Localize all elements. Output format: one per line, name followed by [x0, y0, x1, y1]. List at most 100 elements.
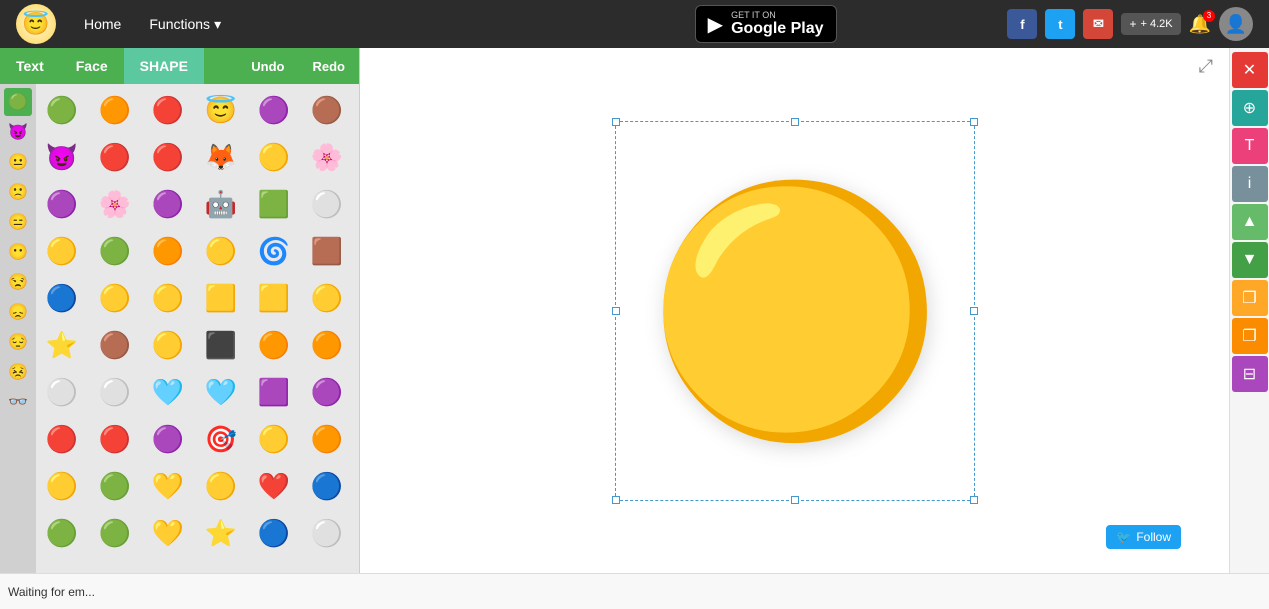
- redo-button[interactable]: Redo: [299, 49, 360, 84]
- emoji-grid-item[interactable]: 🟪: [252, 370, 296, 414]
- emoji-grid-item[interactable]: 🟠: [146, 229, 190, 273]
- functions-dropdown[interactable]: Functions ▾: [137, 10, 233, 39]
- follow-widget-button[interactable]: 🐦 Follow: [1106, 525, 1181, 549]
- emoji-grid-item[interactable]: 🔴: [93, 417, 137, 461]
- emoji-grid-item[interactable]: ⭐: [40, 323, 84, 367]
- emoji-grid-item[interactable]: 🟫: [305, 229, 349, 273]
- emoji-grid-item[interactable]: 🟣: [305, 370, 349, 414]
- emoji-grid-item[interactable]: 🌸: [305, 135, 349, 179]
- handle-bottom-left[interactable]: [612, 496, 620, 504]
- emoji-grid-item[interactable]: 🟣: [252, 88, 296, 132]
- emoji-sidebar-item[interactable]: 👓: [4, 388, 32, 416]
- emoji-grid-item[interactable]: 🟢: [93, 511, 137, 555]
- emoji-grid-item[interactable]: 🟩: [252, 182, 296, 226]
- emoji-grid-item[interactable]: 🟡: [93, 276, 137, 320]
- emoji-grid-item[interactable]: 🔵: [252, 511, 296, 555]
- emoji-grid-item[interactable]: 🤖: [199, 182, 243, 226]
- emoji-grid-item[interactable]: 🟠: [93, 88, 137, 132]
- emoji-grid-item[interactable]: 🟨: [199, 276, 243, 320]
- handle-mid-right[interactable]: [970, 307, 978, 315]
- emoji-grid-item[interactable]: 🔵: [305, 464, 349, 508]
- emoji-grid-item[interactable]: 🟠: [305, 323, 349, 367]
- copy-tool-1[interactable]: ❐: [1232, 280, 1268, 316]
- emoji-grid-item[interactable]: 🩵: [199, 370, 243, 414]
- emoji-grid-item[interactable]: 🟢: [40, 88, 84, 132]
- emoji-sidebar-item[interactable]: 🟢: [4, 88, 32, 116]
- canvas-area[interactable]: ⤢ 🟡 🐦 Follow: [360, 48, 1229, 573]
- handle-top-left[interactable]: [612, 118, 620, 126]
- emoji-grid-item[interactable]: 🌀: [252, 229, 296, 273]
- emoji-grid-item[interactable]: 🌸: [93, 182, 137, 226]
- handle-mid-left[interactable]: [612, 307, 620, 315]
- mail-button[interactable]: ✉: [1083, 9, 1113, 39]
- layers-tool[interactable]: ⊟: [1232, 356, 1268, 392]
- expand-icon[interactable]: ⤢: [1199, 56, 1213, 77]
- emoji-grid-item[interactable]: 🟡: [40, 464, 84, 508]
- emoji-grid-item[interactable]: 🟢: [93, 464, 137, 508]
- emoji-grid-item[interactable]: 🟤: [93, 323, 137, 367]
- emoji-sidebar-item[interactable]: 😑: [4, 208, 32, 236]
- zoom-tool[interactable]: ⊕: [1232, 90, 1268, 126]
- emoji-grid-item[interactable]: ⬛: [199, 323, 243, 367]
- facebook-button[interactable]: f: [1007, 9, 1037, 39]
- emoji-sidebar-item[interactable]: 🙁: [4, 178, 32, 206]
- emoji-sidebar-item[interactable]: 😣: [4, 358, 32, 386]
- emoji-grid-item[interactable]: 🟡: [40, 229, 84, 273]
- copy-tool-2[interactable]: ❐: [1232, 318, 1268, 354]
- emoji-sidebar-item[interactable]: 😐: [4, 148, 32, 176]
- emoji-grid-item[interactable]: 🟣: [146, 182, 190, 226]
- emoji-grid-item[interactable]: ⚪: [40, 370, 84, 414]
- emoji-sidebar-item[interactable]: 😔: [4, 328, 32, 356]
- emoji-grid-item[interactable]: ⚪: [305, 511, 349, 555]
- twitter-button[interactable]: t: [1045, 9, 1075, 39]
- emoji-grid-item[interactable]: 🩵: [146, 370, 190, 414]
- emoji-grid-item[interactable]: 💛: [146, 511, 190, 555]
- emoji-grid-item[interactable]: 🔴: [40, 417, 84, 461]
- move-down-tool[interactable]: ▼: [1232, 242, 1268, 278]
- move-up-tool[interactable]: ▲: [1232, 204, 1268, 240]
- emoji-grid-item[interactable]: ❤️: [252, 464, 296, 508]
- emoji-grid-item[interactable]: 🔴: [146, 88, 190, 132]
- emoji-grid-item[interactable]: 😇: [199, 88, 243, 132]
- emoji-grid-item[interactable]: 🟨: [252, 276, 296, 320]
- emoji-sidebar-item[interactable]: 😈: [4, 118, 32, 146]
- emoji-grid-item[interactable]: 🟡: [305, 276, 349, 320]
- emoji-sidebar-item[interactable]: 😒: [4, 268, 32, 296]
- emoji-grid-item[interactable]: 🟡: [146, 276, 190, 320]
- close-tool[interactable]: ✕: [1232, 52, 1268, 88]
- handle-top-right[interactable]: [970, 118, 978, 126]
- info-tool[interactable]: i: [1232, 166, 1268, 202]
- emoji-grid-item[interactable]: 🟡: [199, 464, 243, 508]
- emoji-grid-item[interactable]: 🟠: [252, 323, 296, 367]
- undo-button[interactable]: Undo: [237, 49, 298, 84]
- text-tool[interactable]: T: [1232, 128, 1268, 164]
- emoji-grid-item[interactable]: 🟤: [305, 88, 349, 132]
- emoji-grid-item[interactable]: 🔴: [93, 135, 137, 179]
- emoji-grid-item[interactable]: ⚪: [93, 370, 137, 414]
- user-avatar[interactable]: 👤: [1219, 7, 1253, 41]
- emoji-grid-item[interactable]: 💛: [146, 464, 190, 508]
- tab-shape[interactable]: SHAPE: [124, 48, 204, 84]
- tab-face[interactable]: Face: [60, 48, 124, 84]
- emoji-sidebar-item[interactable]: 😶: [4, 238, 32, 266]
- home-link[interactable]: Home: [72, 10, 133, 38]
- emoji-grid-item[interactable]: ⚪: [305, 182, 349, 226]
- follow-button[interactable]: + + 4.2K: [1121, 13, 1180, 35]
- emoji-grid-item[interactable]: 🟡: [146, 323, 190, 367]
- emoji-grid-item[interactable]: 🦊: [199, 135, 243, 179]
- emoji-grid-item[interactable]: 🟠: [305, 417, 349, 461]
- emoji-grid-item[interactable]: 🟡: [252, 417, 296, 461]
- handle-bottom-right[interactable]: [970, 496, 978, 504]
- emoji-grid-item[interactable]: 🔴: [146, 135, 190, 179]
- emoji-grid-item[interactable]: 🟣: [146, 417, 190, 461]
- emoji-grid-item[interactable]: 🔵: [40, 276, 84, 320]
- emoji-grid-item[interactable]: 🟣: [40, 182, 84, 226]
- emoji-sidebar-item[interactable]: 😞: [4, 298, 32, 326]
- emoji-grid-item[interactable]: 🟢: [93, 229, 137, 273]
- handle-top-center[interactable]: [791, 118, 799, 126]
- handle-bottom-center[interactable]: [791, 496, 799, 504]
- tab-text[interactable]: Text: [0, 48, 60, 84]
- emoji-grid-item[interactable]: 🟡: [252, 135, 296, 179]
- emoji-grid-item[interactable]: ⭐: [199, 511, 243, 555]
- google-play-button[interactable]: ▶ GET IT ON Google Play: [695, 5, 837, 43]
